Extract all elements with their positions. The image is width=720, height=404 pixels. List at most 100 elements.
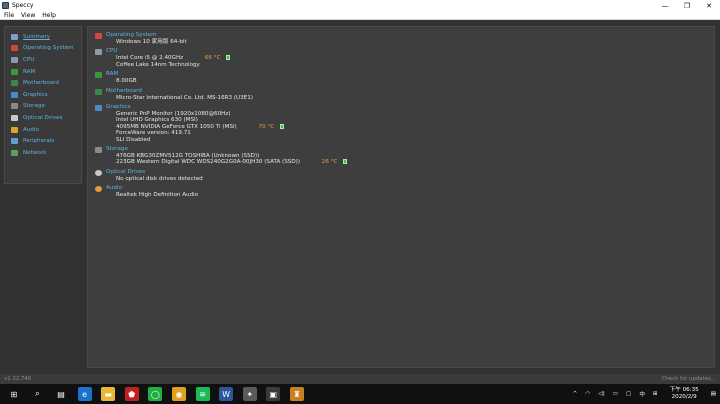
section-storage: Storage 476GB KBG30ZMV512G TOSHIBA (Unkn… [88, 146, 714, 166]
taskbar-start-icon[interactable]: ⊞ [6, 387, 21, 401]
ram-value: 8.00GB [116, 78, 137, 85]
taskbar-speccy-icon[interactable]: ▣ [266, 387, 281, 401]
check-updates-link[interactable]: Check for updates... [662, 376, 716, 382]
menu-bar: File View Help [0, 11, 720, 20]
section-title-cpu[interactable]: CPU [106, 48, 714, 55]
sidebar: Summary Operating System CPU RAM Motherboard… [4, 26, 82, 184]
storage-icon [11, 103, 18, 110]
section-audio: Audio Realtek High Definition Audio [88, 185, 714, 198]
menu-view[interactable]: View [21, 12, 35, 19]
network-icon [11, 149, 18, 156]
sidebar-item-optical-drives[interactable]: Optical Drives [5, 112, 81, 124]
storage-drive-2: 223GB Western Digital WDC WDS240G2G0A-00… [116, 159, 301, 166]
sidebar-item-label: Summary [23, 33, 51, 40]
windows-icon [11, 45, 18, 52]
sidebar-item-motherboard[interactable]: Motherboard [5, 77, 81, 89]
taskbar-spotify-icon[interactable]: ≋ [195, 387, 210, 401]
speccy-app-icon [2, 2, 9, 9]
taskbar-msi-icon[interactable]: ⬟ [124, 387, 139, 401]
notification-icon[interactable]: ▢ [626, 391, 631, 397]
sidebar-item-storage[interactable]: Storage [5, 101, 81, 113]
cpu-model: Intel Core i5 @ 2.40GHz [116, 55, 184, 62]
audio-value: Realtek High Definition Audio [116, 192, 199, 199]
section-graphics: Graphics Generic PnP Monitor (1920x1080@… [88, 104, 714, 143]
wifi-icon[interactable]: ◠ [585, 391, 590, 397]
section-title-optical[interactable]: Optical Drives [106, 169, 714, 176]
motherboard-value: Micro-Star International Co. Ltd. MS-16R… [116, 94, 253, 101]
battery-icon[interactable]: ▭ [613, 391, 618, 397]
summary-icon [11, 33, 18, 40]
graphics-icon [95, 105, 102, 112]
taskbar: ⊞ ⌕ ▤ e ▬ ⬟ ◯ ◉ ≋ W ✦ ▣ ♜ ^ ◠ ◁) ▭ ▢ 中 ⊞ 下午 06:35 20… [0, 384, 720, 404]
summary-panel: Operating System Windows 10 家用版 64-bit C… [87, 26, 715, 368]
sidebar-item-label: Motherboard [23, 80, 59, 87]
clock-time: 下午 06:35 [669, 387, 699, 393]
section-title-graphics[interactable]: Graphics [106, 104, 714, 111]
section-title-audio[interactable]: Audio [106, 185, 714, 192]
menu-file[interactable]: File [4, 12, 14, 19]
temperature-indicator-icon [279, 123, 284, 129]
cpu-technology: Coffee Lake 14nm Technology [116, 61, 200, 68]
motherboard-icon [11, 80, 18, 87]
sidebar-item-audio[interactable]: Audio [5, 124, 81, 136]
status-bar: v1.32.740 Check for updates... [0, 374, 720, 384]
taskbar-chrome-icon[interactable]: ◉ [171, 387, 186, 401]
volume-icon[interactable]: ◁) [598, 391, 604, 397]
sidebar-item-label: Peripherals [23, 138, 55, 145]
graphics-icon [11, 91, 18, 98]
peripherals-icon [11, 138, 18, 145]
taskbar-file-explorer-icon[interactable]: ▬ [101, 387, 116, 401]
sidebar-item-label: Graphics [23, 91, 48, 98]
temperature-indicator-icon [343, 159, 348, 165]
ram-icon [11, 68, 18, 75]
minimize-button[interactable]: — [654, 0, 676, 11]
sidebar-item-label: Storage [23, 103, 45, 110]
section-title-ram[interactable]: RAM [106, 71, 714, 78]
sidebar-item-label: RAM [23, 68, 36, 75]
section-optical-drives: Optical Drives No optical disk drives de… [88, 169, 714, 182]
keyboard-icon[interactable]: ⊞ [653, 391, 658, 397]
sidebar-item-summary[interactable]: Summary [5, 31, 81, 43]
taskbar-app-figure-icon[interactable]: ♜ [289, 387, 304, 401]
menu-help[interactable]: Help [42, 12, 56, 19]
cpu-icon [11, 56, 18, 63]
maximize-button[interactable]: ❐ [676, 0, 698, 11]
sidebar-item-network[interactable]: Network [5, 147, 81, 159]
sidebar-item-label: Operating System [23, 45, 74, 52]
tray-chevron-icon[interactable]: ^ [573, 391, 578, 397]
sidebar-item-label: Optical Drives [23, 114, 63, 121]
section-ram: RAM 8.00GB [88, 71, 714, 84]
section-cpu: CPU Intel Core i5 @ 2.40GHz 66 °C Coffee… [88, 48, 714, 68]
sidebar-item-cpu[interactable]: CPU [5, 54, 81, 66]
ram-icon [95, 72, 102, 79]
close-button[interactable]: ✕ [698, 0, 720, 11]
taskbar-line-icon[interactable]: ◯ [148, 387, 163, 401]
taskbar-app-bird-icon[interactable]: ✦ [242, 387, 257, 401]
dedicated-gpu-value: 4095MB NVIDIA GeForce GTX 1050 Ti (MSI) [116, 123, 237, 130]
taskbar-task-view-icon[interactable]: ▤ [53, 387, 68, 401]
window-title: Speccy [12, 2, 34, 9]
sidebar-item-peripherals[interactable]: Peripherals [5, 135, 81, 147]
clock[interactable]: 下午 06:35 2020/2/9 [670, 387, 699, 401]
temperature-indicator-icon [226, 55, 231, 61]
section-title-storage[interactable]: Storage [106, 146, 714, 153]
storage-drive-2-line: 223GB Western Digital WDC WDS240G2G0A-00… [106, 159, 714, 165]
audio-icon [95, 186, 102, 193]
title-bar: Speccy — ❐ ✕ [0, 0, 720, 11]
sidebar-item-ram[interactable]: RAM [5, 66, 81, 78]
storage-icon [95, 147, 102, 154]
os-value: Windows 10 家用版 64-bit [116, 39, 187, 45]
taskbar-word-icon[interactable]: W [219, 387, 234, 401]
audio-icon [11, 126, 18, 133]
sidebar-item-graphics[interactable]: Graphics [5, 89, 81, 101]
taskbar-search-icon[interactable]: ⌕ [30, 387, 45, 401]
storage-temperature: 26 °C [321, 159, 338, 166]
sidebar-item-operating-system[interactable]: Operating System [5, 43, 81, 55]
system-tray: ^ ◠ ◁) ▭ ▢ 中 ⊞ 下午 06:35 2020/2/9 ▤ [569, 384, 720, 404]
taskbar-edge-icon[interactable]: e [77, 387, 92, 401]
section-title-os[interactable]: Operating System [106, 32, 714, 39]
section-title-motherboard[interactable]: Motherboard [106, 88, 714, 95]
optical-value: No optical disk drives detected [116, 175, 203, 182]
action-center-icon[interactable]: ▤ [711, 391, 716, 397]
input-language[interactable]: 中 [639, 390, 645, 398]
